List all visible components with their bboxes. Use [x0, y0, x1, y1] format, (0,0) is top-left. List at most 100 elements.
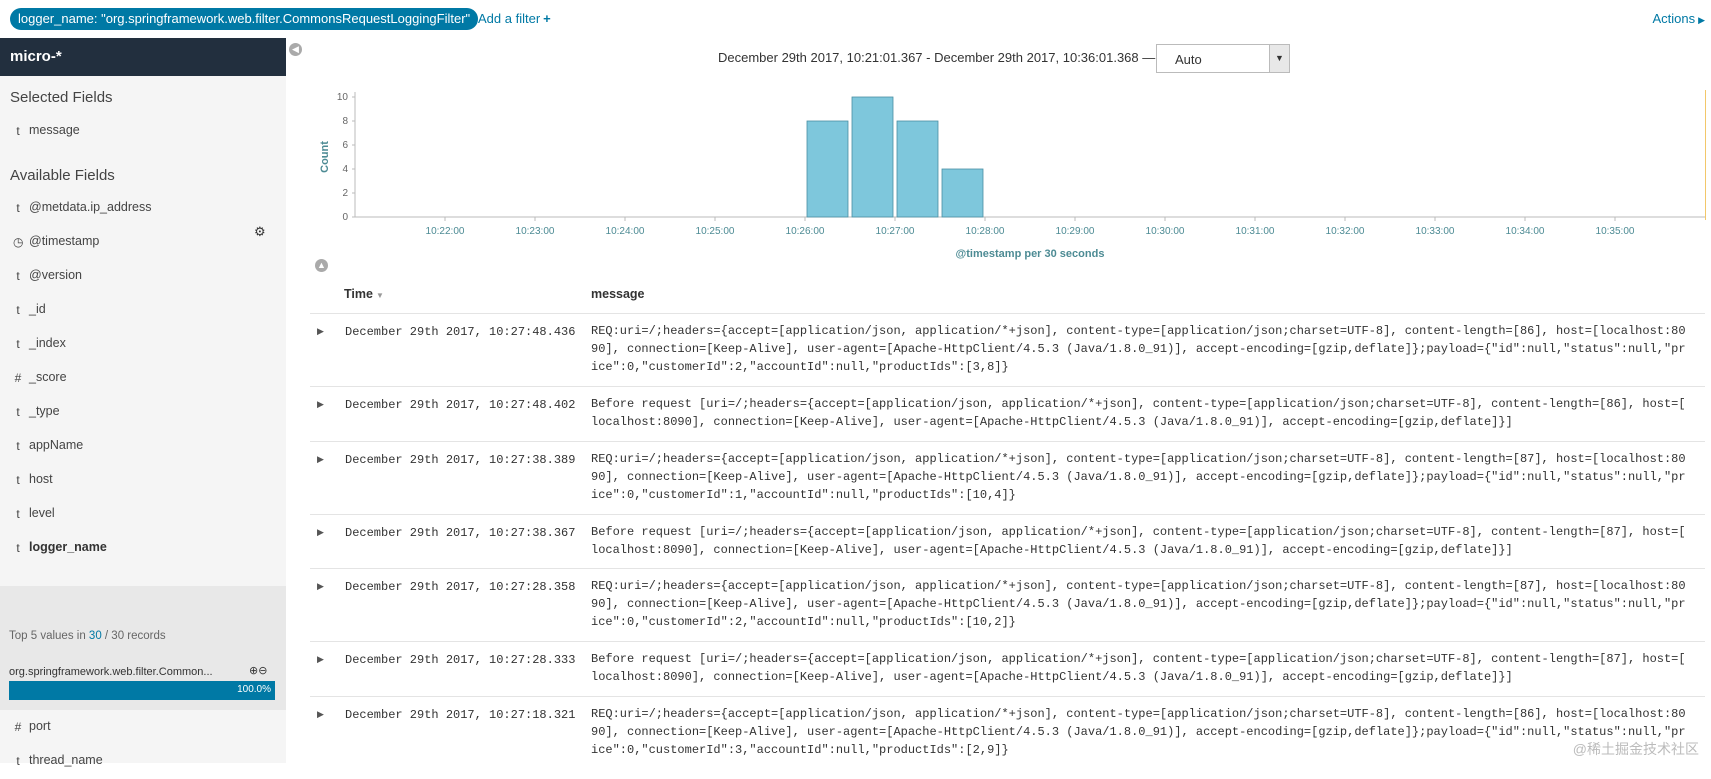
table-row: ▶ December 29th 2017, 10:27:48.436 REQ:uri…: [310, 313, 1705, 385]
x-tick-label: 10:31:00: [1236, 226, 1275, 237]
field-type-icon: t: [16, 201, 20, 215]
x-tick-label: 10:27:00: [876, 226, 915, 237]
column-header-time-label: Time: [344, 287, 373, 301]
row-message-line: 90], connection=[Keep-Alive], user-agent…: [591, 597, 1686, 611]
field-appName[interactable]: t appName: [0, 430, 286, 464]
y-tick-label: 2: [342, 188, 348, 199]
expand-row-icon[interactable]: ▶: [317, 654, 324, 665]
x-tick-label: 10:24:00: [606, 226, 645, 237]
row-message-line: Before request [uri=/;headers={accept=[a…: [591, 397, 1686, 411]
top5-count-link[interactable]: 30: [89, 630, 102, 642]
y-tick-label: 10: [337, 92, 349, 103]
expand-row-icon[interactable]: ▶: [317, 454, 324, 465]
x-tick-label: 10:25:00: [696, 226, 735, 237]
row-message: REQ:uri=/;headers={accept=[application/j…: [591, 322, 1691, 376]
field-name-label: logger_name: [29, 540, 107, 554]
zoom-in-icon[interactable]: ⊕: [249, 665, 258, 677]
field-name-label: appName: [29, 438, 84, 452]
column-header-time[interactable]: Time ▼: [344, 287, 384, 301]
field-type[interactable]: t _type: [0, 396, 286, 430]
filter-bar: logger_name: "org.springframework.web.fi…: [0, 0, 1711, 38]
x-tick-label: 10:34:00: [1506, 226, 1545, 237]
histogram-bar: [896, 120, 939, 218]
expand-row-icon[interactable]: ▶: [317, 399, 324, 410]
expand-row-icon[interactable]: ▶: [317, 581, 324, 592]
index-pattern-title[interactable]: micro-*: [0, 38, 286, 76]
row-time: December 29th 2017, 10:27:48.436: [345, 325, 576, 339]
filter-zoom-icons[interactable]: ⊕⊖: [249, 664, 267, 677]
row-message-line: 90], connection=[Keep-Alive], user-agent…: [591, 342, 1686, 356]
y-tick-label: 8: [342, 116, 348, 127]
zoom-out-icon[interactable]: ⊖: [258, 665, 267, 677]
field-name-label: @metdata.ip_address: [29, 200, 152, 214]
field-index[interactable]: t _index: [0, 328, 286, 362]
filter-pill[interactable]: logger_name: "org.springframework.web.fi…: [10, 8, 479, 30]
plus-icon: +: [543, 11, 551, 26]
expand-row-icon[interactable]: ▶: [317, 709, 324, 720]
watermark: @稀土掘金技术社区: [1572, 741, 1699, 757]
field-type-icon: t: [16, 269, 20, 283]
field-level[interactable]: t level: [0, 498, 286, 532]
column-header-message[interactable]: message: [591, 287, 645, 301]
divider: [1705, 90, 1706, 220]
sort-down-icon[interactable]: ▼: [376, 291, 384, 300]
row-time: December 29th 2017, 10:27:18.321: [345, 708, 576, 722]
row-message-line: Before request [uri=/;headers={accept=[a…: [591, 525, 1686, 539]
x-tick-label: 10:26:00: [786, 226, 825, 237]
row-time: December 29th 2017, 10:27:28.358: [345, 580, 576, 594]
row-message-line: REQ:uri=/;headers={accept=[application/j…: [591, 324, 1686, 338]
table-row: ▶ December 29th 2017, 10:27:18.321 REQ:uri…: [310, 696, 1705, 768]
collapse-sidebar-icon[interactable]: ◀: [289, 43, 302, 56]
field-name-label: level: [29, 506, 55, 520]
chevron-down-icon[interactable]: ▼: [1269, 45, 1289, 72]
row-message-line: localhost:8090], connection=[Keep-Alive]…: [591, 670, 1513, 684]
row-message-line: ice":0,"customerId":3,"accountId":null,"…: [591, 743, 1009, 757]
field-message[interactable]: t message: [0, 115, 286, 149]
field-thread-name[interactable]: t thread_name: [0, 745, 286, 779]
interval-select[interactable]: Auto ▼: [1156, 44, 1290, 73]
row-message: REQ:uri=/;headers={accept=[application/j…: [591, 450, 1691, 504]
field-id[interactable]: t _id: [0, 294, 286, 328]
x-tick-label: 10:22:00: [426, 226, 465, 237]
field-name-label: @version: [29, 268, 82, 282]
value-progress-bar: 100.0%: [9, 681, 275, 700]
top5-suffix: / 30 records: [101, 630, 166, 642]
row-message-line: ice":0,"customerId":2,"accountId":null,"…: [591, 360, 1009, 374]
actions-link[interactable]: Actions ▶: [1652, 11, 1705, 26]
y-tick-label: 6: [342, 140, 348, 151]
field-port[interactable]: # port: [0, 711, 286, 745]
expand-row-icon[interactable]: ▶: [317, 326, 324, 337]
field-logger-name[interactable]: t logger_name: [0, 532, 286, 566]
row-message: REQ:uri=/;headers={accept=[application/j…: [591, 705, 1691, 759]
field-type-icon: #: [14, 720, 22, 734]
available-fields-title: Available Fields: [10, 167, 115, 184]
collapse-chart-icon[interactable]: ▲: [315, 259, 328, 272]
table-row: ▶ December 29th 2017, 10:27:38.367 Before …: [310, 514, 1705, 568]
field-name-label: @timestamp: [29, 234, 100, 248]
expand-row-icon[interactable]: ▶: [317, 527, 324, 538]
row-message-line: 90], connection=[Keep-Alive], user-agent…: [591, 470, 1686, 484]
field-type-icon: t: [16, 337, 20, 351]
field-type-icon: ◷: [13, 235, 24, 249]
table-row: ▶ December 29th 2017, 10:27:28.358 REQ:uri…: [310, 568, 1705, 640]
field-metdata-ip-address[interactable]: t @metdata.ip_address: [0, 192, 286, 226]
y-tick-label: 4: [342, 164, 348, 175]
y-axis-label: Count: [319, 141, 331, 173]
interval-value: Auto: [1175, 52, 1202, 67]
selected-fields-title: Selected Fields: [10, 89, 113, 106]
x-tick-label: 10:30:00: [1146, 226, 1185, 237]
y-tick-label: 0: [342, 212, 348, 223]
field-name-label: port: [29, 719, 51, 733]
field-host[interactable]: t host: [0, 464, 286, 498]
field-version[interactable]: t @version: [0, 260, 286, 294]
field-timestamp[interactable]: ◷ @timestamp: [0, 226, 286, 260]
field-type-icon: #: [14, 371, 22, 385]
row-message: REQ:uri=/;headers={accept=[application/j…: [591, 577, 1691, 631]
row-message-line: ice":0,"customerId":2,"accountId":null,"…: [591, 615, 1016, 629]
field-score[interactable]: # _score: [0, 362, 286, 396]
row-message-line: localhost:8090], connection=[Keep-Alive]…: [591, 415, 1513, 429]
field-type-icon: t: [16, 439, 20, 453]
table-row: ▶ December 29th 2017, 10:27:28.333 Before …: [310, 641, 1705, 695]
add-filter-link[interactable]: Add a filter +: [478, 11, 551, 26]
x-tick-label: 10:23:00: [516, 226, 555, 237]
